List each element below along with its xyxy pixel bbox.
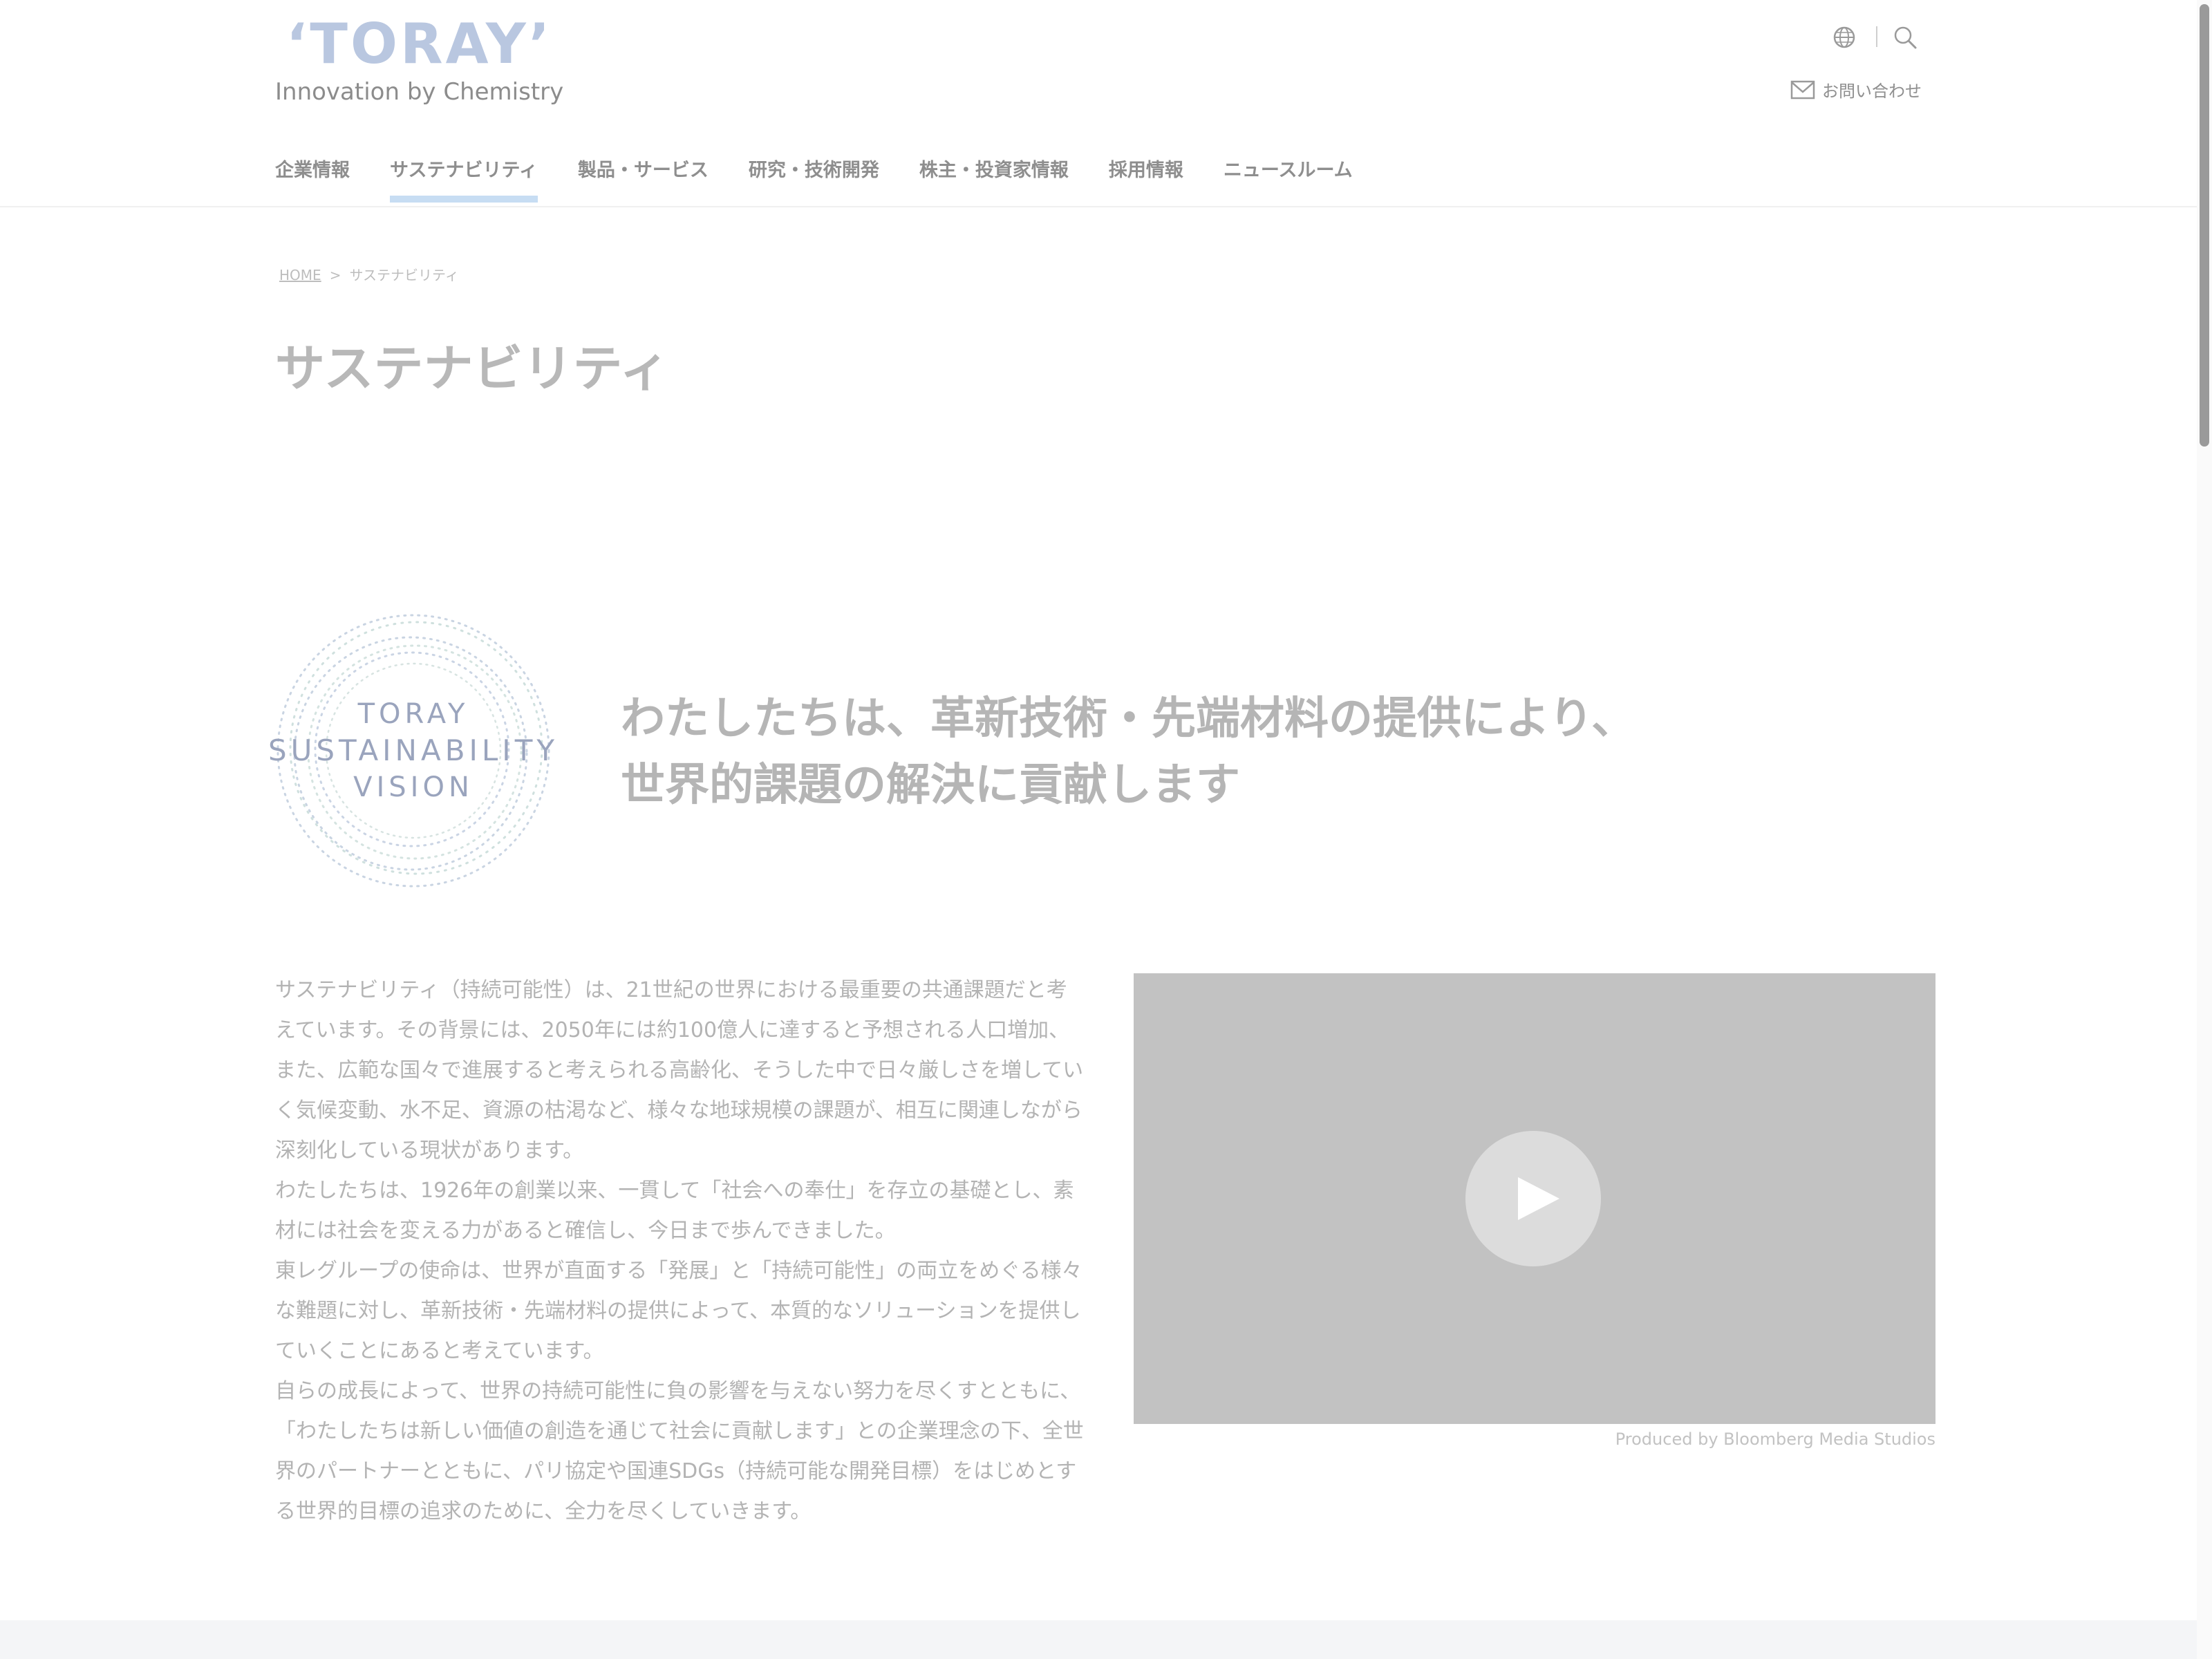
breadcrumb-separator: > (329, 267, 341, 283)
utility-links: お問い合わせ (1645, 14, 1922, 101)
nav-item-research[interactable]: 研究・技術開発 (749, 155, 879, 200)
play-button[interactable] (1465, 1131, 1601, 1266)
page: ‘TORAY’ Innovation by Chemistry お問い合わせ 企… (0, 0, 2212, 1659)
nav-item-products[interactable]: 製品・サービス (578, 155, 709, 200)
nav-item-careers[interactable]: 採用情報 (1109, 155, 1183, 200)
mail-icon (1790, 80, 1815, 99)
sustainability-vision-emblem: TORAY SUSTAINABILITY VISION (268, 612, 554, 889)
play-icon (1518, 1177, 1559, 1220)
contact-label: お問い合わせ (1822, 82, 1922, 101)
breadcrumb-current: サステナビリティ (349, 267, 459, 283)
video-credit: Produced by Bloomberg Media Studios (1615, 1430, 1936, 1449)
intro-paragraph: 東レグループの使命は、世界が直面する「発展」と「持続可能性」の両立をめぐる様々な… (275, 1259, 1082, 1363)
breadcrumb-home-link[interactable]: HOME (279, 267, 321, 283)
nav-item-newsroom[interactable]: ニュースルーム (1224, 155, 1353, 200)
logo-mark: ‘TORAY’ (286, 12, 553, 76)
contact-link[interactable]: お問い合わせ (1790, 77, 1922, 102)
sustainability-intro-text: サステナビリティ（持続可能性）は、21世紀の世界における最重要の共通課題だと考え… (275, 971, 1084, 1532)
intro-paragraph: わたしたちは、1926年の創業以来、一貫して「社会への奉仕」を存立の基礎とし、素… (275, 1179, 1074, 1243)
footer-band (0, 1620, 2212, 1659)
emblem-line-3: VISION (353, 771, 474, 804)
toray-logo[interactable]: ‘TORAY’ Innovation by Chemistry (275, 12, 563, 113)
page-title: サステナビリティ (275, 339, 670, 398)
intro-paragraph: 自らの成長によって、世界の持続可能性に負の影響を与えない努力を尽くすとともに、「… (275, 1379, 1084, 1524)
emblem-line-2: SUSTAINABILITY (268, 733, 559, 767)
utility-divider (1876, 26, 1877, 47)
scrollbar-thumb[interactable] (2200, 4, 2209, 447)
site-header: ‘TORAY’ Innovation by Chemistry お問い合わせ 企… (0, 0, 2198, 207)
global-nav: 企業情報 サステナビリティ 製品・サービス 研究・技術開発 株主・投資家情報 採… (275, 155, 1353, 203)
video-player[interactable] (1134, 973, 1936, 1424)
nav-item-investors[interactable]: 株主・投資家情報 (919, 155, 1069, 200)
vision-statement: わたしたちは、革新技術・先端材料の提供により、 世界的課題の解決に貢献します (621, 686, 1658, 818)
emblem-line-1: TORAY (357, 697, 469, 730)
emblem-text: TORAY SUSTAINABILITY VISION (268, 612, 554, 889)
nav-item-sustainability[interactable]: サステナビリティ (390, 155, 538, 203)
scrollbar-track[interactable] (2197, 0, 2212, 1659)
logo-tagline: Innovation by Chemistry (275, 78, 564, 106)
breadcrumb: HOME > サステナビリティ (279, 264, 459, 284)
nav-item-company[interactable]: 企業情報 (275, 155, 350, 200)
search-icon[interactable] (1893, 25, 1918, 50)
vision-statement-line-2: 世界的課題の解決に貢献します (621, 760, 1240, 811)
globe-icon[interactable] (1832, 25, 1857, 50)
vision-statement-line-1: わたしたちは、革新技術・先端材料の提供により、 (621, 693, 1636, 744)
intro-paragraph: サステナビリティ（持続可能性）は、21世紀の世界における最重要の共通課題だと考え… (275, 978, 1084, 1163)
